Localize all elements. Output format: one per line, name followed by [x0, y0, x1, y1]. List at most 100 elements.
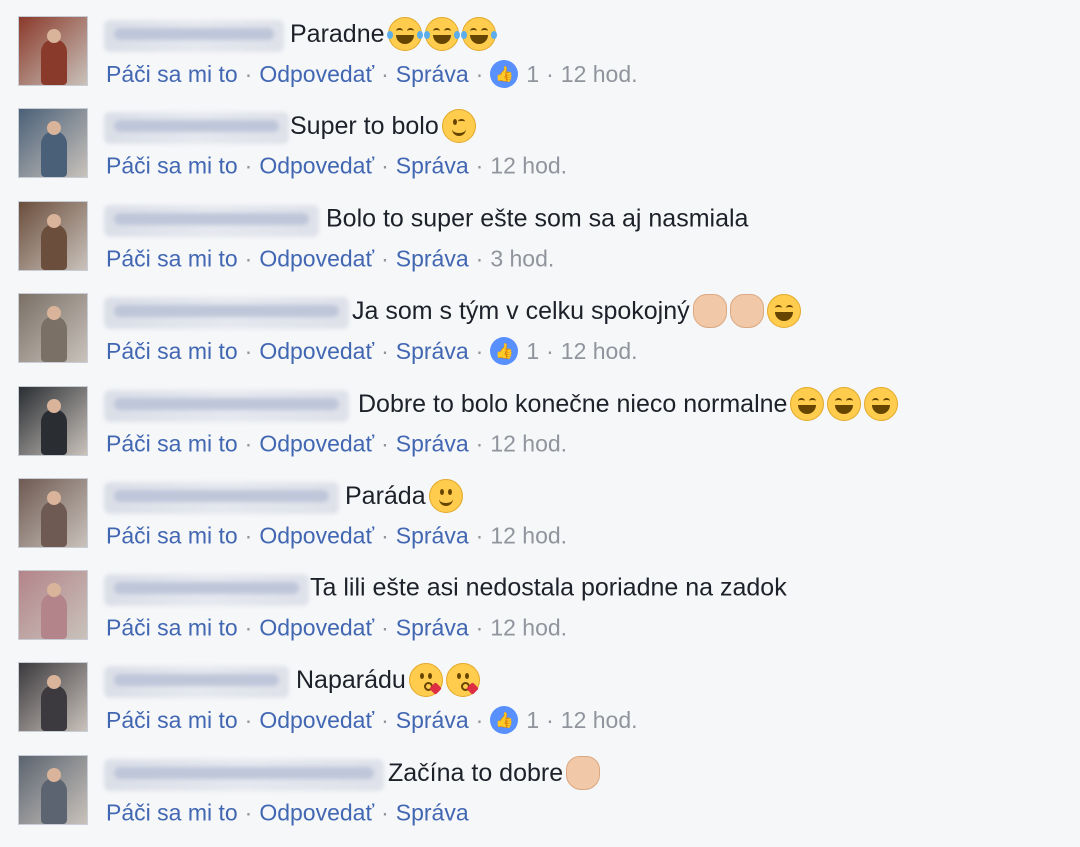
comment-timestamp[interactable]: 12 hod.	[490, 615, 567, 642]
reply-link[interactable]: Odpovedať	[259, 615, 374, 642]
grin-emoji-icon	[766, 294, 801, 328]
separator: ·	[244, 152, 253, 179]
avatar[interactable]	[18, 662, 88, 732]
comment-body: Ja som s tým v celku spokojný	[352, 296, 690, 325]
commenter-name-link[interactable]	[104, 390, 349, 422]
comment-text: Paráda	[345, 479, 463, 513]
thumbs-up-icon[interactable]: 👍	[490, 60, 519, 88]
like-link[interactable]: Páči sa mi to	[106, 707, 238, 734]
comment-item: Ja som s tým v celku spokojný Páči sa mi …	[0, 293, 1080, 385]
comment-timestamp[interactable]: 12 hod.	[561, 61, 638, 88]
comment-timestamp[interactable]: 12 hod.	[561, 707, 638, 734]
like-link[interactable]: Páči sa mi to	[106, 431, 238, 458]
comment-text: Bolo to super ešte som sa aj nasmiala	[326, 205, 748, 234]
avatar[interactable]	[18, 478, 88, 548]
commenter-name-link[interactable]	[104, 297, 349, 329]
commenter-name-link[interactable]	[104, 574, 309, 606]
comment-actions: Páči sa mi to · Odpovedať · Správa · 12 hod.	[106, 153, 567, 180]
reply-link[interactable]: Odpovedať	[259, 523, 374, 550]
separator: ·	[381, 706, 389, 733]
commenter-name-link[interactable]	[104, 666, 289, 698]
comment-text: Ja som s tým v celku spokojný	[352, 294, 801, 328]
message-link[interactable]: Správa	[396, 431, 469, 458]
comment-body: Začína to dobre	[388, 758, 564, 787]
avatar[interactable]	[18, 108, 88, 178]
reply-link[interactable]: Odpovedať	[259, 338, 374, 365]
separator: ·	[475, 522, 484, 549]
comment-text: Dobre to bolo konečne nieco normalne	[358, 387, 899, 421]
reply-link[interactable]: Odpovedať	[259, 61, 374, 88]
separator: ·	[244, 799, 253, 826]
commenter-name-link[interactable]	[104, 20, 284, 52]
comment-item: Dobre to bolo konečne nieco normalne Páči…	[0, 386, 1080, 478]
separator: ·	[381, 337, 389, 364]
message-link[interactable]: Správa	[396, 338, 469, 365]
separator: ·	[475, 430, 484, 457]
separator: ·	[381, 799, 389, 826]
comment-timestamp[interactable]: 12 hod.	[561, 338, 638, 365]
reply-link[interactable]: Odpovedať	[259, 153, 374, 180]
comment-actions: Páči sa mi to · Odpovedať · Správa · 12 hod.	[106, 523, 567, 550]
like-link[interactable]: Páči sa mi to	[106, 615, 238, 642]
comment-text: Ta lili ešte asi nedostala poriadne na z…	[310, 574, 787, 603]
avatar[interactable]	[18, 16, 88, 86]
comment-item: Paradne Páči sa mi to · Odpovedať · Správa · 👍 1…	[0, 16, 1080, 108]
commenter-name-link[interactable]	[104, 482, 339, 514]
separator: ·	[244, 60, 253, 87]
separator: ·	[546, 337, 554, 364]
comment-text: Paradne	[290, 17, 497, 51]
message-link[interactable]: Správa	[396, 153, 469, 180]
avatar[interactable]	[18, 570, 88, 640]
like-count[interactable]: 1	[526, 338, 539, 365]
message-link[interactable]: Správa	[396, 246, 469, 273]
separator: ·	[381, 60, 389, 87]
avatar[interactable]	[18, 293, 88, 363]
commenter-name-link[interactable]	[104, 112, 289, 144]
avatar[interactable]	[18, 755, 88, 825]
like-link[interactable]: Páči sa mi to	[106, 153, 238, 180]
commenter-name-link[interactable]	[104, 205, 319, 237]
reply-link[interactable]: Odpovedať	[259, 707, 374, 734]
reply-link[interactable]: Odpovedať	[259, 800, 374, 827]
message-link[interactable]: Správa	[396, 615, 469, 642]
comment-timestamp[interactable]: 12 hod.	[490, 523, 567, 550]
comment-actions: Páči sa mi to · Odpovedať · Správa · 3 hod.	[106, 246, 554, 273]
ok-hand-emoji-icon	[566, 756, 601, 790]
smile-emoji-icon	[428, 479, 463, 513]
separator: ·	[546, 706, 554, 733]
separator: ·	[381, 245, 389, 272]
reply-link[interactable]: Odpovedať	[259, 431, 374, 458]
comment-timestamp[interactable]: 12 hod.	[490, 153, 567, 180]
comment-body: Naparádu	[296, 665, 406, 694]
thumbs-up-icon[interactable]: 👍	[490, 337, 519, 365]
laugh-tears-emoji-icon	[386, 17, 423, 51]
clap-emoji-icon	[729, 294, 764, 328]
ok-hand-emoji-icon	[692, 294, 727, 328]
like-link[interactable]: Páči sa mi to	[106, 800, 238, 827]
like-link[interactable]: Páči sa mi to	[106, 61, 238, 88]
wink-emoji-icon	[441, 109, 476, 143]
comment-body: Ta lili ešte asi nedostala poriadne na z…	[310, 573, 787, 602]
separator: ·	[244, 337, 253, 364]
reply-link[interactable]: Odpovedať	[259, 246, 374, 273]
separator: ·	[475, 245, 484, 272]
like-link[interactable]: Páči sa mi to	[106, 523, 238, 550]
comment-timestamp[interactable]: 3 hod.	[490, 246, 554, 273]
separator: ·	[244, 430, 253, 457]
avatar[interactable]	[18, 201, 88, 271]
avatar[interactable]	[18, 386, 88, 456]
message-link[interactable]: Správa	[396, 800, 469, 827]
separator: ·	[475, 706, 484, 733]
commenter-name-link[interactable]	[104, 759, 384, 791]
like-link[interactable]: Páči sa mi to	[106, 246, 238, 273]
like-link[interactable]: Páči sa mi to	[106, 338, 238, 365]
like-count[interactable]: 1	[526, 707, 539, 734]
message-link[interactable]: Správa	[396, 61, 469, 88]
comment-timestamp[interactable]: 12 hod.	[490, 431, 567, 458]
comment-body: Super to bolo	[290, 111, 439, 140]
thumbs-up-icon[interactable]: 👍	[490, 706, 519, 734]
message-link[interactable]: Správa	[396, 707, 469, 734]
message-link[interactable]: Správa	[396, 523, 469, 550]
like-count[interactable]: 1	[526, 61, 539, 88]
comment-item: Super to bolo Páči sa mi to · Odpovedať · Spr…	[0, 108, 1080, 200]
